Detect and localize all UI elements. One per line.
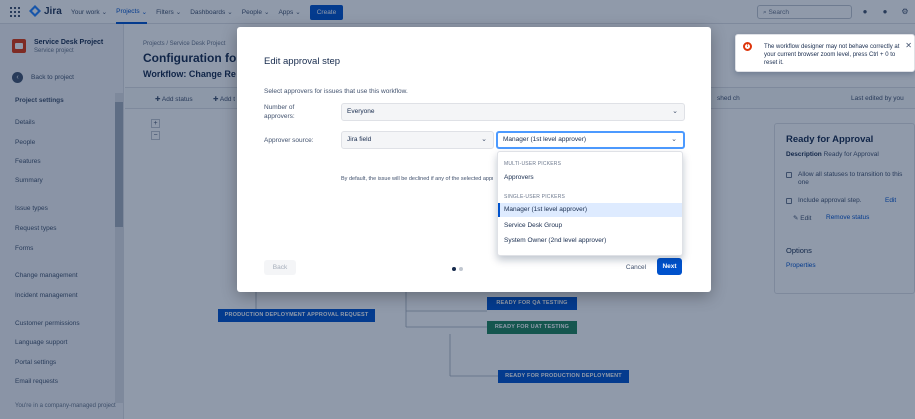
chevron-down-icon: ⌄ xyxy=(481,136,487,143)
chevron-down-icon: ⌄ xyxy=(672,108,678,115)
next-button[interactable]: Next xyxy=(657,258,682,275)
option-service-desk-group[interactable]: Service Desk Group xyxy=(498,219,682,233)
chevron-down-icon: ⌄ xyxy=(671,136,677,143)
option-manager[interactable]: Manager (1st level approver) xyxy=(498,203,682,217)
number-of-approvers-select[interactable]: Everyone ⌄ xyxy=(341,103,685,121)
approver-field-select[interactable]: Manager (1st level approver) ⌄ xyxy=(496,131,685,149)
step-indicator-active xyxy=(452,267,456,271)
back-button[interactable]: Back xyxy=(264,260,296,275)
cancel-button[interactable]: Cancel xyxy=(620,260,652,275)
approver-source-select[interactable]: Jira field ⌄ xyxy=(341,131,494,149)
step-indicator xyxy=(459,267,463,271)
dialog-intro: Select approvers for issues that use thi… xyxy=(264,88,408,95)
dropdown-group-multi-user: MULTI-USER PICKERS xyxy=(504,161,562,167)
option-system-owner[interactable]: System Owner (2nd level approver) xyxy=(498,234,682,248)
approver-field-dropdown: MULTI-USER PICKERS Approvers SINGLE-USER… xyxy=(497,151,683,256)
dialog-title: Edit approval step xyxy=(264,56,341,67)
dropdown-group-single-user: SINGLE-USER PICKERS xyxy=(504,194,566,200)
zoom-warning-flag: ! The workflow designer may not behave c… xyxy=(735,34,915,72)
approver-source-label: Approver source: xyxy=(264,137,314,144)
option-approvers[interactable]: Approvers xyxy=(498,171,682,185)
error-icon: ! xyxy=(743,42,752,51)
decline-hint: By default, the issue will be declined i… xyxy=(341,176,493,182)
close-icon[interactable]: ✕ xyxy=(905,41,912,50)
number-of-approvers-label: Number of approvers: xyxy=(264,104,295,120)
zoom-warning-message: The workflow designer may not behave cor… xyxy=(764,44,900,66)
